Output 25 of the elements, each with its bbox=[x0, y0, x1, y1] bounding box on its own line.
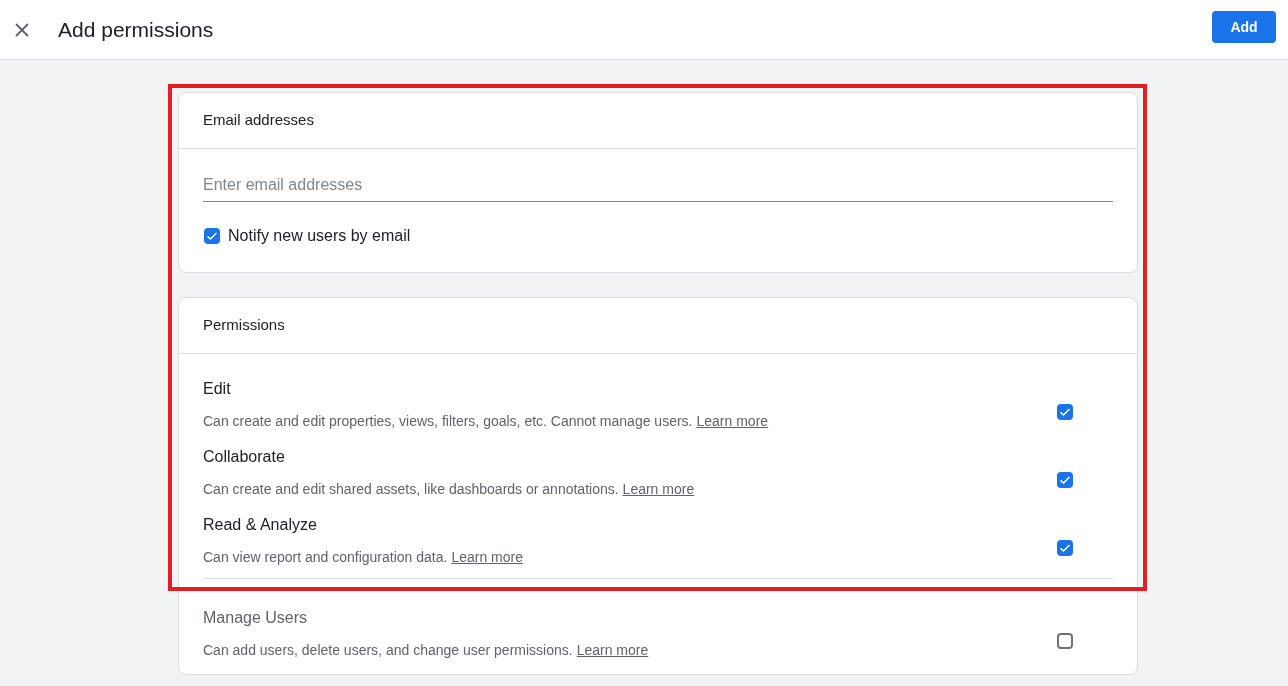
notify-checkbox[interactable] bbox=[204, 228, 220, 244]
permission-name: Read & Analyze bbox=[203, 515, 318, 535]
permission-checkbox[interactable] bbox=[1057, 472, 1073, 488]
permission-name: Edit bbox=[203, 379, 232, 399]
checkmark-icon bbox=[1059, 474, 1071, 486]
card-title: Permissions bbox=[203, 315, 285, 336]
learn-more-link[interactable]: Learn more bbox=[696, 411, 769, 431]
permission-description: Can view report and configuration data. bbox=[203, 548, 448, 567]
permission-description: Can create and edit shared assets, like dashboards or annotations. bbox=[203, 480, 619, 499]
learn-more-link[interactable]: Learn more bbox=[622, 479, 695, 499]
add-button[interactable]: Add bbox=[1212, 10, 1276, 43]
checkmark-icon bbox=[206, 230, 218, 242]
permission-checkbox[interactable] bbox=[1057, 540, 1073, 556]
learn-more-link[interactable]: Learn more bbox=[451, 547, 523, 567]
permission-description: Can add users, delete users, and change user permissions. bbox=[203, 640, 573, 660]
permission-description: Can create and edit properties, views, filters, goals, etc. Cannot manage users. bbox=[203, 412, 693, 431]
checkmark-icon bbox=[1059, 406, 1071, 418]
card-title: Email addresses bbox=[203, 110, 314, 131]
permission-name: Collaborate bbox=[203, 447, 286, 467]
email-input-field[interactable]: Enter email addresses bbox=[203, 173, 1113, 202]
permission-name: Manage Users bbox=[203, 607, 309, 628]
permission-checkbox[interactable] bbox=[1057, 404, 1073, 420]
checkmark-icon bbox=[1059, 542, 1071, 554]
checkbox-label: Notify new users by email bbox=[228, 226, 411, 246]
page-title: Add permissions bbox=[58, 16, 214, 43]
